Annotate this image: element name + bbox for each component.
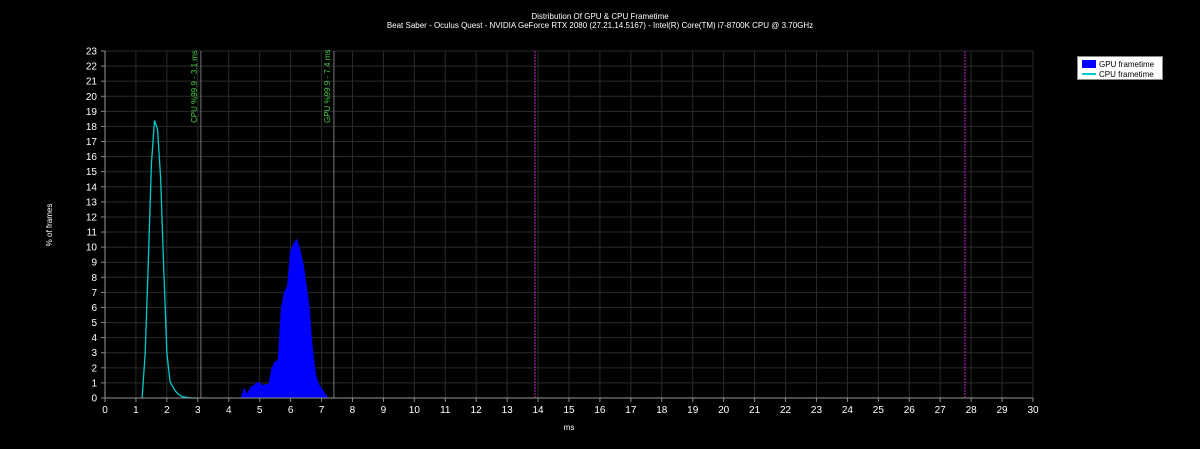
x-tick-label: 12 xyxy=(471,405,483,416)
x-tick-label: 30 xyxy=(1027,405,1039,416)
x-tick-label: 10 xyxy=(409,405,421,416)
plot-area: CPU %99.9 - 3.1 ms GPU %99.9 - 7.4 ms xyxy=(141,50,966,399)
y-tick-label: 5 xyxy=(91,318,97,329)
x-axis-label: ms xyxy=(564,423,575,432)
x-tick-label: 15 xyxy=(563,405,575,416)
x-tick-label: 4 xyxy=(226,405,232,416)
legend-swatch-gpu xyxy=(1082,60,1096,68)
x-axis: 0 1 2 3 4 5 6 7 8 9 10 11 12 13 14 15 16 17 18 19 20 21 22 23 24… xyxy=(102,397,1039,416)
x-tick-label: 29 xyxy=(997,405,1009,416)
x-tick-label: 22 xyxy=(780,405,792,416)
x-tick-label: 13 xyxy=(502,405,514,416)
frametime-chart: CPU %99.9 - 3.1 ms GPU %99.9 - 7.4 ms 012… xyxy=(45,47,1039,433)
y-tick-label: 23 xyxy=(86,47,98,58)
y-tick-label: 15 xyxy=(86,167,98,178)
series-cpu-line xyxy=(141,120,198,399)
x-tick-label: 19 xyxy=(687,405,699,416)
x-tick-label: 23 xyxy=(811,405,823,416)
legend-swatch-cpu xyxy=(1082,73,1096,75)
x-tick-label: 5 xyxy=(257,405,263,416)
reference-line-label-0: CPU %99.9 - 3.1 ms xyxy=(190,50,199,123)
x-tick-label: 3 xyxy=(195,405,201,416)
y-tick-label: 11 xyxy=(87,228,98,239)
x-tick-label: 27 xyxy=(935,405,947,416)
x-tick-label: 8 xyxy=(350,405,356,416)
x-tick-label: 20 xyxy=(718,405,730,416)
x-tick-label: 18 xyxy=(656,405,668,416)
x-tick-label: 24 xyxy=(842,405,854,416)
y-tick-label: 18 xyxy=(86,122,98,133)
y-tick-label: 10 xyxy=(86,243,98,254)
y-tick-label: 7 xyxy=(91,288,97,299)
x-tick-label: 26 xyxy=(904,405,916,416)
y-tick-label: 19 xyxy=(86,107,98,118)
y-tick-label: 3 xyxy=(91,348,97,359)
y-tick-label: 2 xyxy=(91,363,97,374)
x-tick-label: 7 xyxy=(319,405,325,416)
x-tick-label: 14 xyxy=(533,405,545,416)
y-tick-label: 0 xyxy=(91,394,97,405)
x-tick-label: 2 xyxy=(164,405,170,416)
series-gpu-area xyxy=(240,238,329,399)
y-tick-label: 9 xyxy=(91,258,97,269)
x-tick-label: 21 xyxy=(749,405,761,416)
reference-line-label-1: GPU %99.9 - 7.4 ms xyxy=(323,50,332,123)
x-tick-label: 0 xyxy=(102,405,108,416)
legend-label-cpu: CPU frametime xyxy=(1099,69,1154,79)
y-tick-label: 21 xyxy=(86,77,98,88)
x-tick-label: 11 xyxy=(440,405,451,416)
y-tick-label: 17 xyxy=(86,137,98,148)
legend-label-gpu: GPU frametime xyxy=(1099,59,1155,69)
y-tick-label: 13 xyxy=(86,197,98,208)
x-tick-label: 17 xyxy=(625,405,637,416)
y-tick-label: 14 xyxy=(86,182,98,193)
y-tick-label: 4 xyxy=(91,333,97,344)
y-axis-label: % of frames xyxy=(45,204,54,247)
y-tick-label: 16 xyxy=(86,152,98,163)
y-tick-label: 20 xyxy=(86,92,98,103)
y-axis: 01234567891011121314151617181920212223 xyxy=(86,47,106,405)
y-tick-label: 1 xyxy=(91,378,97,389)
y-tick-label: 8 xyxy=(91,273,97,284)
x-tick-label: 16 xyxy=(594,405,606,416)
legend: GPU frametime CPU frametime xyxy=(1077,56,1163,80)
legend-item-cpu: CPU frametime xyxy=(1082,69,1154,79)
y-tick-label: 6 xyxy=(91,303,97,314)
legend-item-gpu: GPU frametime xyxy=(1082,59,1154,69)
x-tick-label: 1 xyxy=(133,405,139,416)
x-tick-label: 9 xyxy=(381,405,387,416)
grid xyxy=(104,50,1034,399)
x-tick-label: 6 xyxy=(288,405,294,416)
x-tick-label: 25 xyxy=(873,405,885,416)
y-tick-label: 12 xyxy=(86,212,98,223)
x-tick-label: 28 xyxy=(966,405,978,416)
y-tick-label: 22 xyxy=(86,62,98,73)
